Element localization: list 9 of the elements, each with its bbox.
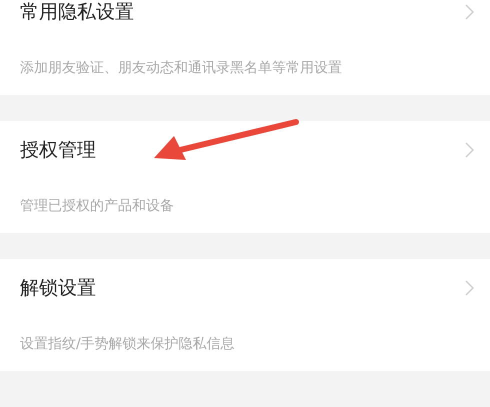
chevron-icon [465, 142, 474, 158]
setting-description: 添加朋友验证、朋友动态和通讯录黑名单等常用设置 [20, 59, 342, 77]
chevron-icon [465, 4, 474, 20]
setting-description: 管理已授权的产品和设备 [20, 197, 174, 215]
setting-title[interactable]: 授权管理 [20, 137, 96, 163]
chevron-icon [465, 280, 474, 296]
setting-title[interactable]: 常用隐私设置 [20, 0, 134, 25]
setting-description: 设置指纹/手势解锁来保护隐私信息 [20, 335, 235, 353]
setting-title[interactable]: 解锁设置 [20, 275, 96, 301]
